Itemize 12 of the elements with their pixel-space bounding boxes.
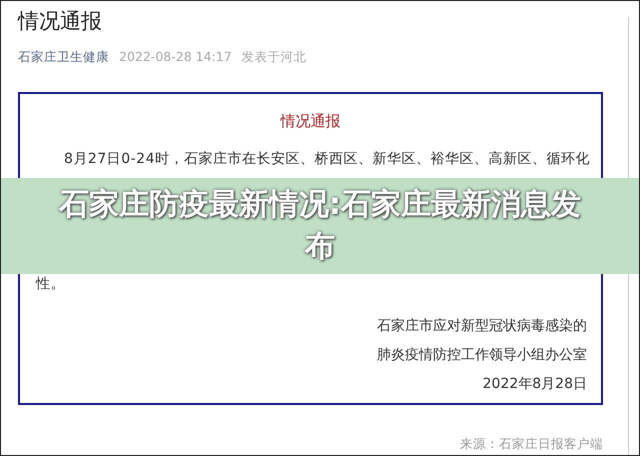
paragraph-line: 8月27日0-24时，石家庄市在长安区、桥西区、新华区、裕华区、高新区、循环化 bbox=[64, 150, 590, 169]
signature-line: 肺炎疫情防控工作领导小组办公室 bbox=[377, 346, 587, 365]
article-title: 情况通报 bbox=[18, 8, 102, 35]
author-link[interactable]: 石家庄卫生健康 bbox=[18, 49, 109, 66]
banner-title: 石家庄防疫最新情况:石家庄最新消息发布 bbox=[58, 186, 582, 266]
paragraph-line: 性。 bbox=[36, 275, 65, 294]
source-text: 来源：石家庄日报客户端 bbox=[460, 436, 603, 453]
publish-location: 发表于河北 bbox=[242, 49, 307, 66]
signature-line: 石家庄市应对新型冠状病毒感染的 bbox=[377, 316, 587, 336]
signature-line: 2022年8月28日 bbox=[482, 374, 587, 394]
publish-date: 2022-08-28 14:17 bbox=[119, 49, 232, 66]
notice-heading: 情况通报 bbox=[280, 112, 340, 131]
